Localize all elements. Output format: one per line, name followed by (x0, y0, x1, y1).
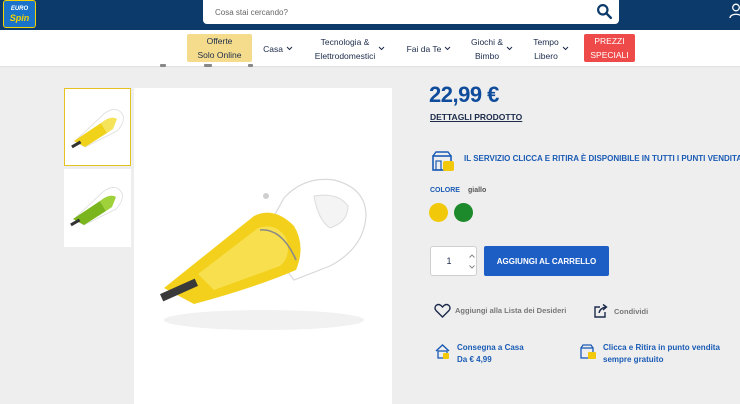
product-thumbnail-1[interactable] (64, 88, 131, 166)
nav-item-tempo-libero[interactable]: Tempo Libero (528, 30, 574, 67)
vacuum-image (71, 109, 124, 149)
selected-color: giallo (468, 187, 487, 194)
store-pickup-info: Clicca e Ritira in punto vendita sempre … (580, 342, 720, 366)
nav-label: Casa (263, 43, 283, 54)
chevron-down-icon (445, 46, 451, 51)
home-delivery-icon (435, 344, 450, 359)
nav-label: Tecnologia & (320, 36, 370, 47)
nav-label: Solo Online (197, 50, 242, 60)
nav-label: Libero (534, 50, 558, 61)
home-delivery-info: Consegna a Casa Da € 4,99 (434, 342, 524, 366)
chevron-down-icon (562, 46, 569, 51)
store-pickup-title: Clicca e Ritira in punto vendita (603, 343, 720, 352)
logo-text-main: Spin (9, 12, 30, 23)
product-main-image[interactable] (134, 88, 392, 404)
search-icon[interactable] (596, 3, 613, 20)
logo-text-top: EURO (10, 5, 29, 12)
cropped-title-fragment (150, 64, 270, 68)
share-label: Condividi (614, 306, 649, 316)
share-button[interactable]: Condividi (593, 303, 648, 319)
category-nav: Offerte Solo Online Casa Tecnologia & El… (0, 30, 740, 67)
store-pickup-icon (432, 151, 454, 171)
store-logo[interactable]: EURO Spin (3, 0, 36, 28)
nav-item-tecnologia[interactable]: Tecnologia & Elettrodomestici (306, 30, 394, 67)
nav-item-prezzi-speciali[interactable]: PREZZI SPECIALI (584, 34, 635, 62)
chevron-down-icon (506, 46, 513, 51)
home-delivery-title: Consegna a Casa (457, 343, 524, 352)
store-icon (580, 344, 596, 359)
nav-item-fai-da-te[interactable]: Fai da Te (402, 30, 456, 67)
quantity-stepper (430, 246, 477, 276)
vacuum-image (160, 178, 367, 330)
product-details-link[interactable]: DETTAGLI PRODOTTO (430, 112, 522, 122)
chevron-down-icon[interactable] (468, 263, 476, 271)
add-to-cart-button[interactable]: AGGIUNGI AL CARRELLO (484, 246, 609, 276)
chevron-down-icon (286, 46, 293, 51)
product-price: 22,99 € (429, 82, 499, 107)
nav-item-offerte[interactable]: Offerte Solo Online (187, 34, 252, 62)
nav-label: Elettrodomestici (314, 50, 376, 61)
wishlist-label: Aggiungi alla Lista dei Desideri (455, 306, 567, 315)
nav-label: Tempo (533, 36, 559, 47)
nav-label: Bimbo (474, 50, 500, 61)
vacuum-image (70, 187, 123, 227)
nav-label: PREZZI (594, 36, 625, 46)
nav-item-casa[interactable]: Casa (259, 30, 297, 67)
chevron-down-icon (378, 46, 385, 51)
home-delivery-price: Da € 4,99 (457, 355, 492, 364)
color-swatch-yellow[interactable] (429, 203, 448, 222)
click-and-collect-info: IL SERVIZIO CLICCA E RITIRA È DISPONIBIL… (464, 154, 740, 163)
chevron-up-icon[interactable] (468, 252, 476, 260)
nav-label: Giochi & (470, 36, 504, 47)
color-label: COLORE (430, 187, 460, 194)
store-pickup-note: sempre gratuito (603, 355, 664, 364)
share-icon (594, 303, 608, 318)
quantity-input[interactable] (431, 247, 467, 275)
nav-label: Fai da Te (406, 43, 442, 54)
nav-item-giochi-bimbo[interactable]: Giochi & Bimbo (466, 30, 518, 67)
nav-label: Offerte (206, 36, 233, 46)
product-thumbnail-2[interactable] (64, 169, 131, 247)
user-account-icon[interactable] (729, 3, 740, 19)
top-header: EURO Spin (0, 0, 740, 30)
search-bar (203, 0, 619, 24)
nav-label: SPECIALI (590, 50, 629, 60)
search-input[interactable] (203, 0, 588, 24)
heart-icon (434, 303, 451, 318)
wishlist-button[interactable]: Aggiungi alla Lista dei Desideri (434, 303, 566, 318)
color-swatch-green[interactable] (454, 203, 473, 222)
